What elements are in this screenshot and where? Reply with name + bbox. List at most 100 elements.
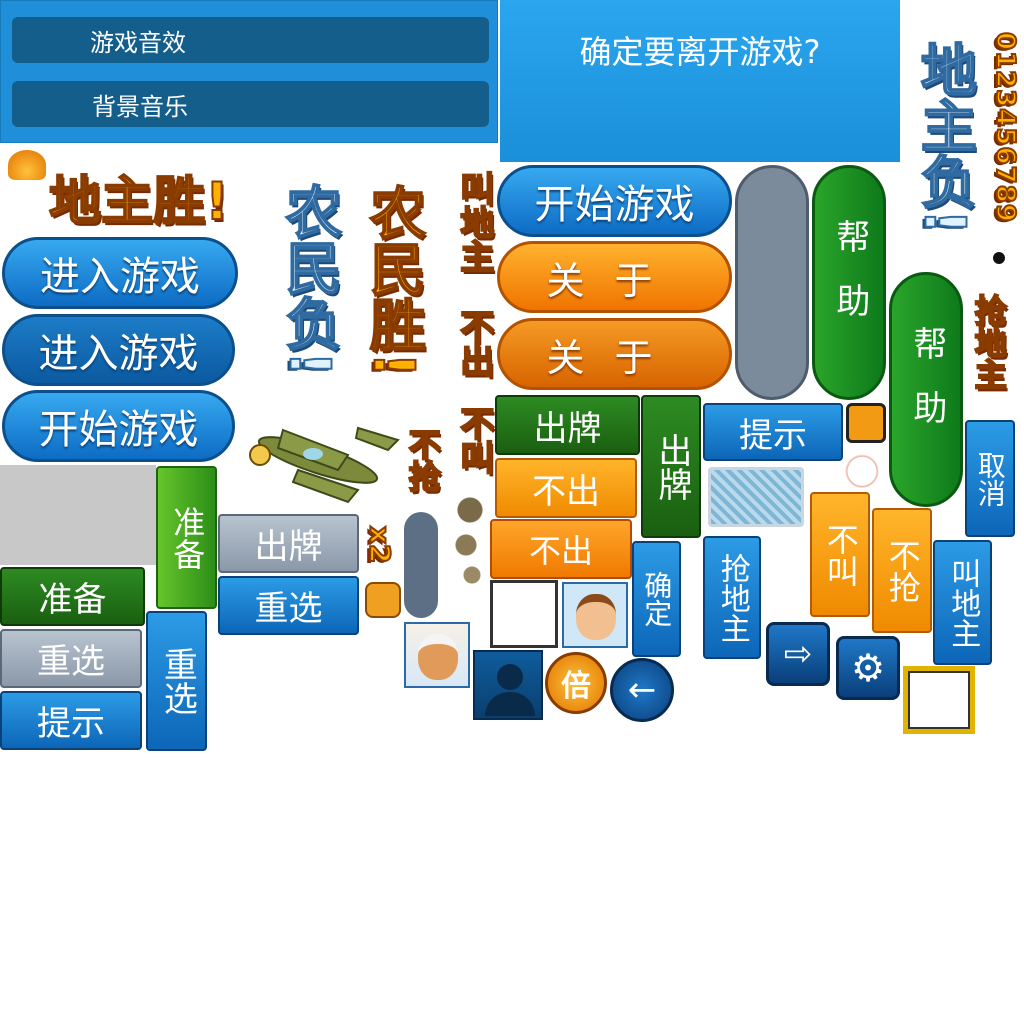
scrollbar-thumb[interactable]: [404, 512, 438, 618]
confirm-vertical-label: 确定: [640, 571, 674, 627]
no-call-button[interactable]: 不叫: [810, 492, 870, 617]
player-avatar-1: [404, 622, 470, 688]
no-play-label-2: 不出: [528, 532, 593, 570]
avatar-body: [485, 692, 535, 716]
enter-game-label-1: 进入游戏: [40, 254, 200, 300]
selected-slot-frame: [903, 666, 975, 734]
exit-icon[interactable]: ⇨: [766, 622, 830, 686]
gear-icon[interactable]: ⚙: [836, 636, 900, 700]
no-grab-button-label: 不抢: [883, 538, 922, 603]
farmer-win-text: 农民胜!: [359, 183, 426, 379]
landlord-win-text: 地主胜!: [48, 171, 230, 233]
ready-label: 准备: [38, 580, 107, 620]
grab-landlord-vertical-label: 抢地主: [714, 552, 750, 643]
reselect-gray-button[interactable]: 重选: [0, 629, 142, 688]
no-call-text: 不叫: [453, 405, 495, 475]
sound-effects-label: 游戏音效: [90, 28, 186, 57]
crown-icon: [8, 150, 46, 180]
no-grab-text: 不抢: [403, 427, 443, 493]
hint-button[interactable]: 提示: [703, 403, 843, 461]
help-button-1[interactable]: 帮助: [812, 165, 886, 400]
enter-game-button-1[interactable]: 进入游戏: [2, 237, 238, 309]
no-play-button-1[interactable]: 不出: [495, 458, 637, 518]
grab-landlord-vertical-button[interactable]: 抢地主: [703, 536, 761, 659]
hint-label-2: 提示: [37, 704, 105, 744]
about-button-2[interactable]: 关于: [497, 318, 732, 390]
play-cards-gray-label: 出牌: [254, 527, 323, 567]
multiplier-text: x2: [363, 525, 398, 565]
farmer-lose-banner: 农民负!: [268, 150, 348, 410]
about-label-1: 关于: [546, 258, 683, 303]
play-cards-button[interactable]: 出牌: [495, 395, 640, 455]
landlord-lose-text: 地主负!: [910, 40, 977, 236]
ready-button[interactable]: 准备: [0, 567, 145, 626]
exit-dialog-title: 确定要离开游戏?: [579, 33, 821, 71]
plane-icon: [238, 410, 403, 510]
coin-label: 倍: [561, 669, 591, 704]
enter-game-button-2[interactable]: 进入游戏: [2, 314, 235, 386]
ready-vertical-button[interactable]: 准备: [156, 466, 217, 609]
avatar-head: [497, 664, 523, 690]
no-play-button-2[interactable]: 不出: [490, 519, 632, 579]
about-label-2: 关于: [546, 335, 683, 380]
hint-label: 提示: [739, 415, 807, 456]
call-landlord-text: 叫地主: [453, 170, 495, 274]
play-cards-vertical-button[interactable]: 出牌: [641, 395, 701, 538]
no-grab-label: 不抢: [400, 412, 444, 508]
player-avatar-2: [562, 582, 628, 648]
reselect-vertical-label: 重选: [157, 647, 198, 715]
confirm-vertical-button[interactable]: 确定: [632, 541, 681, 657]
help-label-2: 帮助: [906, 325, 947, 454]
help-label-1: 帮助: [829, 218, 870, 347]
call-landlord-vertical-label: 叫地主: [945, 557, 981, 648]
background-music-toggle[interactable]: 背景音乐: [12, 81, 489, 127]
reselect-vertical-button[interactable]: 重选: [146, 611, 207, 751]
landlord-win-banner: 地主胜!: [8, 160, 270, 233]
about-button-1[interactable]: 关于: [497, 241, 732, 313]
no-play-text: 不出: [453, 308, 495, 378]
play-cards-gray-button[interactable]: 出牌: [218, 514, 359, 573]
farmer-win-banner: 农民胜!: [352, 150, 432, 412]
enter-game-label-2: 进入游戏: [38, 331, 199, 377]
chevron-down-icon: [365, 582, 401, 618]
no-play-label: 不出: [448, 298, 498, 388]
dot-icon: [993, 252, 1005, 264]
cancel-vertical-button[interactable]: 取消: [965, 420, 1015, 537]
card-back-icon: [708, 467, 804, 527]
farmer-lose-text: 农民负!: [275, 182, 342, 378]
hint-button-2[interactable]: 提示: [0, 691, 142, 750]
back-arrow-icon[interactable]: ←: [610, 658, 674, 722]
help-button-2[interactable]: 帮助: [889, 272, 963, 507]
start-game-button-1[interactable]: 开始游戏: [2, 390, 235, 462]
empty-card-slot: [490, 580, 558, 648]
start-game-button-2[interactable]: 开始游戏: [497, 165, 732, 237]
ready-vertical-label: 准备: [168, 505, 207, 570]
no-grab-button[interactable]: 不抢: [872, 508, 932, 633]
play-cards-vertical-label: 出牌: [651, 432, 692, 501]
glove-icon: [842, 446, 882, 492]
digits-strip: 0123456789: [988, 0, 1022, 255]
gray-placeholder: [0, 465, 156, 565]
avatar-icon[interactable]: [473, 650, 543, 720]
smoke-icon: [450, 490, 490, 590]
sound-effects-toggle[interactable]: 游戏音效: [12, 17, 489, 63]
grab-landlord-text: 抢地主: [969, 293, 1009, 391]
start-game-label-1: 开始游戏: [38, 407, 199, 453]
call-landlord-label: 叫地主: [448, 148, 498, 296]
avatar-face: [418, 634, 458, 680]
coin-icon: 倍: [545, 652, 607, 714]
orange-square-icon: [846, 403, 886, 443]
background-music-label: 背景音乐: [92, 92, 188, 121]
settings-panel: 游戏音效 背景音乐: [0, 0, 498, 143]
reselect-button[interactable]: 重选: [218, 576, 359, 635]
multiplier-label: x2: [360, 512, 400, 578]
start-game-label-2: 开始游戏: [534, 182, 695, 228]
exit-dialog: 确定要离开游戏?: [500, 0, 900, 162]
no-call-label: 不叫: [448, 394, 498, 486]
cancel-vertical-label: 取消: [973, 450, 1007, 507]
grab-landlord-label: 抢地主: [964, 268, 1012, 416]
no-play-label-1: 不出: [532, 471, 600, 512]
reselect-gray-label: 重选: [37, 642, 105, 682]
call-landlord-vertical-button[interactable]: 叫地主: [933, 540, 992, 665]
landlord-lose-banner: 地主负!: [903, 5, 983, 270]
